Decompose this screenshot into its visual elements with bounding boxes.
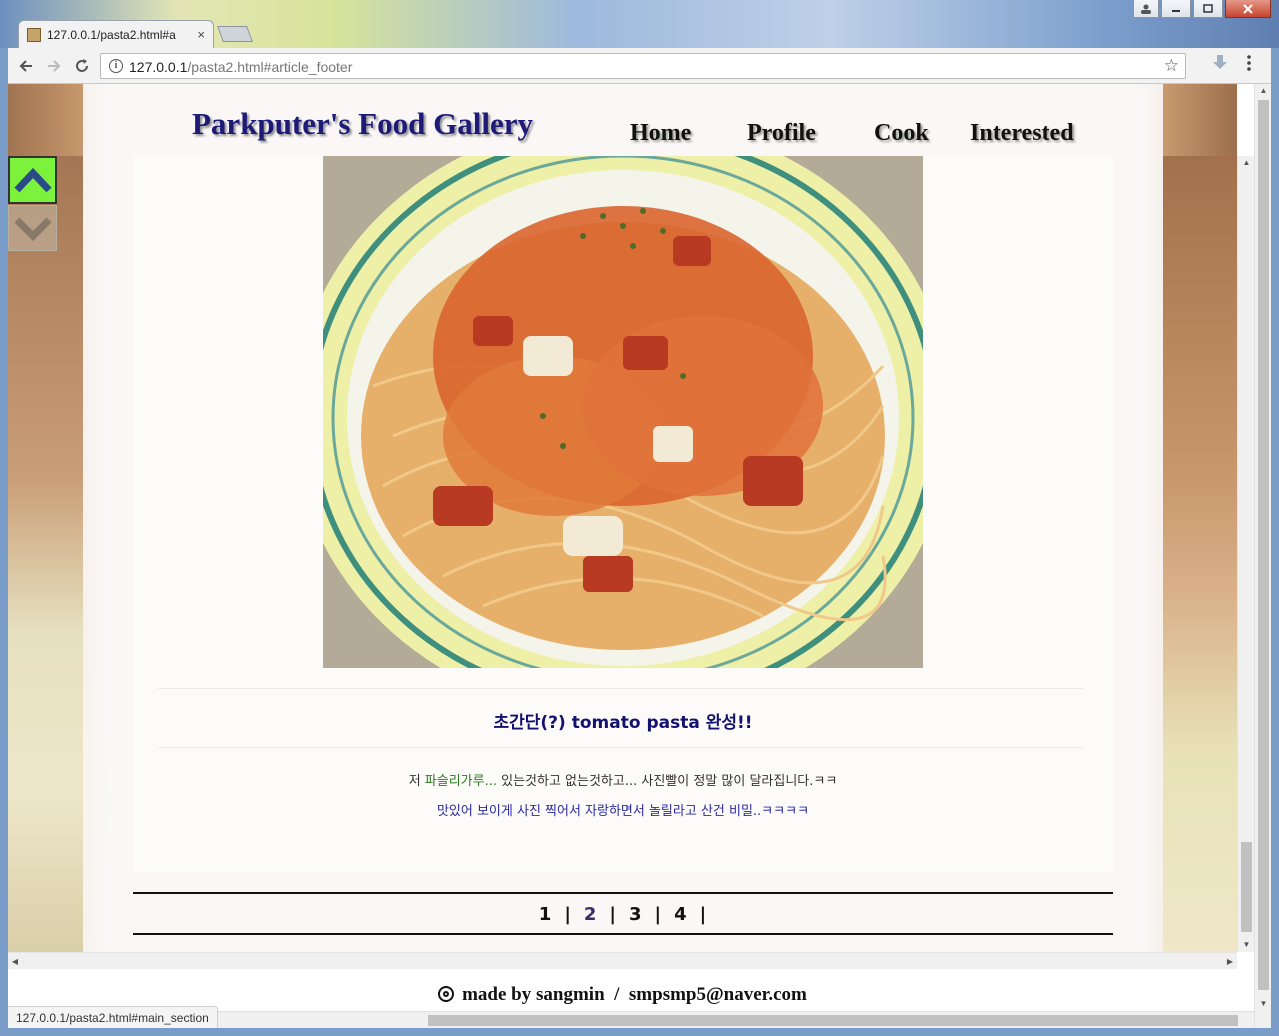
line1-highlight: 파슬리가루... — [424, 774, 497, 789]
download-button[interactable] — [1212, 54, 1228, 77]
menu-button[interactable] — [1246, 54, 1252, 77]
download-icon — [1213, 55, 1227, 69]
nav-profile[interactable]: Profile — [747, 120, 816, 147]
forward-button[interactable] — [42, 54, 66, 78]
scroll-arrow-up-icon[interactable]: ▲ — [1238, 156, 1255, 170]
nav-home[interactable]: Home — [630, 120, 691, 147]
line1-prefix: 저 — [408, 774, 425, 789]
nav-cook[interactable]: Cook — [874, 120, 929, 147]
chevron-up-icon — [13, 167, 52, 193]
page-footer: made by sangmin / smpsmp5@naver.com — [8, 984, 1237, 1006]
footer-text: made by sangmin / smpsmp5@naver.com — [462, 984, 807, 1005]
pagination: 1 | 2 | 3 | 4 | — [133, 904, 1113, 925]
reload-icon — [76, 59, 88, 72]
arrow-right-icon — [48, 60, 61, 72]
page-separator: | — [699, 904, 708, 925]
pasta-photo — [323, 156, 923, 668]
browser-toolbar: i 127.0.0.1/pasta2.html#article_footer ☆ — [8, 48, 1271, 84]
nav-interested[interactable]: Interested — [970, 120, 1074, 147]
page-viewport: Parkputer's Food Gallery Home Profile Co… — [8, 84, 1271, 1028]
page-link-2[interactable]: 2 — [584, 904, 598, 925]
scroll-arrow-down-icon[interactable]: ▼ — [1238, 938, 1255, 952]
reload-button[interactable] — [70, 54, 94, 78]
maximize-button[interactable] — [1193, 0, 1223, 18]
site-title: Parkputer's Food Gallery — [192, 106, 533, 141]
section-horizontal-scrollbar[interactable]: ◀ ▶ — [8, 952, 1237, 969]
maximize-icon — [1203, 3, 1213, 13]
scroll-down-button[interactable] — [8, 205, 57, 251]
page-separator: | — [564, 904, 572, 925]
page-link-4[interactable]: 4 — [674, 904, 688, 925]
chevron-down-icon — [14, 217, 51, 241]
scroll-arrow-up-icon[interactable]: ▲ — [1255, 84, 1271, 98]
line1-rest: 있는것하고 없는것하고... 사진빨이 정말 많이 달라집니다.ㅋㅋ — [496, 774, 838, 789]
tab-title: 127.0.0.1/pasta2.html#a — [47, 27, 176, 42]
copyright-icon — [438, 986, 455, 1002]
section-scroll-thumb[interactable] — [1241, 842, 1252, 932]
tab-strip: 127.0.0.1/pasta2.html#a × — [8, 18, 1271, 48]
pager-rule-bottom — [133, 933, 1113, 935]
background-photo-right — [1163, 156, 1237, 952]
article-line-2: 맛있어 보이게 사진 찍어서 자랑하면서 놀릴라고 산건 비밀..ㅋㅋㅋㅋ — [436, 804, 810, 819]
page-hscroll-thumb[interactable] — [428, 1015, 1238, 1026]
favicon-icon — [27, 27, 41, 42]
user-icon — [1141, 4, 1151, 14]
arrow-left-icon — [19, 60, 32, 72]
url-path: /pasta2.html#article_footer — [187, 59, 353, 75]
page-link-1[interactable]: 1 — [539, 904, 553, 925]
pager-rule-top — [133, 892, 1113, 894]
page-vertical-scrollbar[interactable]: ▲ ▼ — [1254, 84, 1271, 1028]
minimize-icon — [1172, 9, 1180, 12]
scroll-arrow-left-icon[interactable]: ◀ — [8, 953, 22, 970]
close-window-button[interactable] — [1225, 0, 1271, 18]
page-scroll-thumb[interactable] — [1258, 100, 1269, 990]
status-bar-url: 127.0.0.1/pasta2.html#main_section — [8, 1006, 218, 1028]
url-host: 127.0.0.1 — [129, 59, 188, 75]
new-tab-button[interactable] — [217, 26, 253, 42]
divider-bottom — [158, 747, 1083, 748]
article-caption: 초간단(?) tomato pasta 완성!! — [493, 713, 753, 733]
pasta-photo-drawing — [323, 156, 923, 668]
scroll-up-button[interactable] — [8, 156, 57, 204]
star-icon[interactable]: ☆ — [1164, 56, 1179, 76]
address-url: 127.0.0.1/pasta2.html#article_footer — [129, 59, 352, 75]
info-icon[interactable]: i — [109, 59, 123, 73]
address-bar[interactable]: i 127.0.0.1/pasta2.html#article_footer ☆ — [100, 53, 1186, 79]
minimize-button[interactable] — [1161, 0, 1191, 18]
tab-active[interactable]: 127.0.0.1/pasta2.html#a × — [18, 20, 214, 48]
page-separator: | — [609, 904, 617, 925]
scroll-arrow-right-icon[interactable]: ▶ — [1223, 953, 1237, 970]
close-icon — [1243, 3, 1253, 14]
background-photo-left — [8, 156, 83, 952]
section-vertical-scrollbar[interactable]: ▲ ▼ — [1237, 156, 1254, 952]
scroll-arrow-down-icon[interactable]: ▼ — [1255, 997, 1271, 1011]
article-line-1: 저 파슬리가루... 있는것하고 없는것하고... 사진빨이 정말 많이 달라집… — [133, 770, 1113, 789]
window-controls — [1133, 0, 1271, 20]
kebab-menu-icon — [1247, 55, 1251, 71]
page-link-3[interactable]: 3 — [629, 904, 643, 925]
user-button[interactable] — [1133, 0, 1159, 18]
page-separator: | — [654, 904, 663, 925]
tab-close-icon[interactable]: × — [197, 27, 205, 42]
divider-top — [158, 688, 1083, 689]
back-button[interactable] — [14, 54, 38, 78]
